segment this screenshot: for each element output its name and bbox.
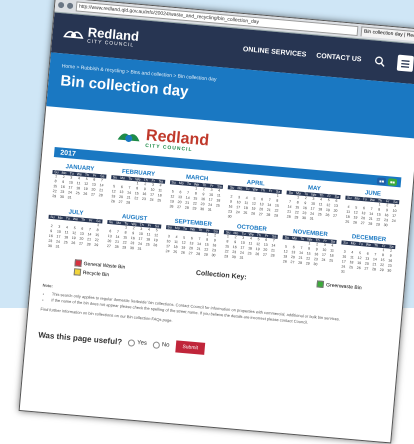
days-grid: 1 2 3 4 5 6 7 8 9 10 11 12 13 14 15 16 17 18 19 20 21 22 23 24 2… bbox=[46, 219, 102, 254]
search-icon[interactable] bbox=[371, 52, 388, 69]
month-january: January Su Mo Tu We Th Fr Sa 1 2 3 4 5 6 7 8 9 10 11 12 13 14… bbox=[50, 163, 107, 209]
month-may: May Su Mo Tu We Th Fr Sa 1 2 3 4 5 6 7 8 9 10 11 12 13 14 15 16… bbox=[284, 184, 341, 230]
day-cell: 31 bbox=[239, 255, 244, 260]
day-cell: 31 bbox=[340, 269, 346, 274]
month-july: July Su Mo Tu We Th Fr Sa 1 2 3 4 5 6 7 8 9 10 11 12 13 14 15 1… bbox=[46, 208, 103, 254]
day-cell: 26 bbox=[153, 243, 158, 248]
day-cell: 31 bbox=[55, 244, 60, 249]
day-cell: 29 bbox=[94, 242, 99, 248]
month-june: June Su Mo Tu We Th Fr Sa 1 2 3 4 5 6 7 8 9 10 11 12 13 14 15 1… bbox=[343, 189, 400, 235]
day-cell: 25 bbox=[157, 198, 162, 203]
days-grid: 1 2 3 4 5 6 7 8 9 10 11 12 13 14 15 16 17 18 19 20 21 22 23 24 2… bbox=[343, 200, 399, 230]
month-august: August Su Mo Tu We Th Fr Sa 1 2 3 4 5 6 7 8 9 10 11 12 13 14 1… bbox=[104, 213, 162, 259]
month-october: October Su Mo Tu We Th Fr Sa 1 2 3 4 5 6 7 8 9 10 11 12 13 14… bbox=[222, 223, 279, 269]
swatch-recycle bbox=[73, 268, 82, 276]
feedback-yes-radio[interactable]: Yes bbox=[127, 338, 148, 348]
day-cell: 24 bbox=[391, 218, 396, 224]
day-cell: 31 bbox=[137, 246, 142, 252]
day-cell: 25 bbox=[215, 203, 220, 208]
key-label-recycle: Recycle Bin bbox=[82, 269, 110, 278]
day-cell: 25 bbox=[329, 258, 334, 263]
days-grid: 1 2 3 4 5 6 7 8 9 10 11 12 13 14 15 16 17 18 19 20 21 22 23 24 2… bbox=[167, 184, 223, 214]
day-cell: 29 bbox=[273, 213, 279, 218]
month-april: April Su Mo Tu We Th Fr Sa 1 2 3 4 5 6 7 8 9 10 11 12 13 14 15… bbox=[226, 178, 283, 224]
days-grid: 1 2 3 4 5 6 7 8 9 10 11 12 13 14 15 16 17 18 19 20 21 22 23 24 2… bbox=[50, 174, 106, 204]
feedback-yes-label: Yes bbox=[136, 339, 148, 347]
day-cell: 27 bbox=[332, 213, 338, 218]
days-grid: 1 2 3 4 5 6 7 8 9 10 11 12 13 14 15 16 17 18 19 20 21 22 23 24 2… bbox=[226, 189, 282, 224]
feedback-no-label: No bbox=[161, 342, 170, 349]
month-december: December Su Mo Tu We Th Fr Sa 1 2 3 4 5 6 7 8 9 10 11 12 13 1… bbox=[339, 233, 396, 279]
day-cell: 30 bbox=[313, 262, 318, 267]
calendar-year: 2017 bbox=[59, 149, 77, 158]
swatch-general bbox=[74, 259, 82, 267]
day-cell: 28 bbox=[270, 253, 275, 258]
month-march: March Su Mo Tu We Th Fr Sa 1 2 3 4 5 6 7 8 9 10 11 12 13 14 15… bbox=[167, 173, 224, 219]
header-nav: ONLINE SERVICES CONTACT US bbox=[242, 41, 414, 72]
pill-green: ■■ bbox=[387, 177, 398, 186]
days-grid: 1 2 3 4 5 6 7 8 9 10 11 12 13 14 15 16 17 18 19 20 21 22 23 24 2… bbox=[285, 194, 341, 224]
back-icon[interactable] bbox=[57, 1, 65, 9]
nav-contact-us[interactable]: CONTACT US bbox=[316, 52, 362, 63]
site-logo[interactable]: Redland CITY COUNCIL bbox=[62, 24, 140, 49]
swatch-greenwaste bbox=[316, 280, 325, 289]
day-cell: 30 bbox=[211, 253, 216, 258]
main-content: Redland CITY COUNCIL 2017 ■■ ■■ January S… bbox=[26, 106, 414, 372]
day-cell: 28 bbox=[126, 200, 131, 205]
key-item-greenwaste: Greenwaste Bin bbox=[316, 280, 362, 291]
days-grid: 1 2 3 4 5 6 7 8 9 10 11 12 13 14 15 16 17 18 19 20 21 22 23 24 2… bbox=[105, 224, 161, 254]
bin-pills: ■■ ■■ bbox=[377, 176, 398, 186]
month-february: February Su Mo Tu We Th Fr Sa 1 2 3 4 5 6 7 8 9 10 11 12 13 1… bbox=[108, 168, 165, 214]
days-grid: 1 2 3 4 5 6 7 8 9 10 11 12 13 14 15 16 17 18 19 20 21 22 23 24 2… bbox=[339, 244, 395, 279]
nav-online-services[interactable]: ONLINE SERVICES bbox=[243, 46, 307, 59]
day-cell: 30 bbox=[387, 268, 392, 273]
day-cell: 31 bbox=[207, 207, 212, 212]
forward-icon[interactable] bbox=[66, 2, 74, 10]
day-cell: 31 bbox=[309, 216, 314, 221]
feedback-no-radio[interactable]: No bbox=[152, 340, 170, 349]
day-cell: 30 bbox=[227, 214, 232, 219]
browser-window: http://www.redland.qld.gov.au/info/20024… bbox=[18, 0, 414, 444]
council-logo-icon bbox=[117, 133, 140, 142]
logo-mark-icon bbox=[63, 30, 84, 39]
menu-icon[interactable] bbox=[396, 54, 414, 72]
key-label-greenwaste: Greenwaste Bin bbox=[325, 281, 362, 291]
month-september: September Su Mo Tu We Th Fr Sa 1 2 3 4 5 6 7 8 9 10 11 12 13… bbox=[163, 218, 220, 264]
month-november: November Su Mo Tu We Th Fr Sa 1 2 3 4 5 6 7 8 9 10 11 12 13 1… bbox=[280, 228, 337, 274]
pill-blue: ■■ bbox=[377, 176, 387, 185]
submit-button[interactable]: Submit bbox=[174, 340, 206, 355]
days-grid: 1 2 3 4 5 6 7 8 9 10 11 12 13 14 15 16 17 18 19 20 21 22 23 24 2… bbox=[281, 239, 337, 269]
days-grid: 1 2 3 4 5 6 7 8 9 10 11 12 13 14 15 16 17 18 19 20 21 22 23 24 2… bbox=[163, 229, 219, 259]
feedback-question: Was this page useful? bbox=[37, 329, 123, 347]
days-grid: 1 2 3 4 5 6 7 8 9 10 11 12 13 14 15 16 17 18 19 20 21 22 23 24 2… bbox=[109, 179, 165, 209]
day-cell: 30 bbox=[383, 223, 388, 228]
day-cell: 28 bbox=[98, 193, 103, 198]
collection-key-title: Collection Key: bbox=[195, 269, 247, 282]
days-grid: 1 2 3 4 5 6 7 8 9 10 11 12 13 14 15 16 17 18 19 20 21 22 23 24 2… bbox=[222, 234, 278, 264]
day-cell: 31 bbox=[67, 195, 72, 200]
